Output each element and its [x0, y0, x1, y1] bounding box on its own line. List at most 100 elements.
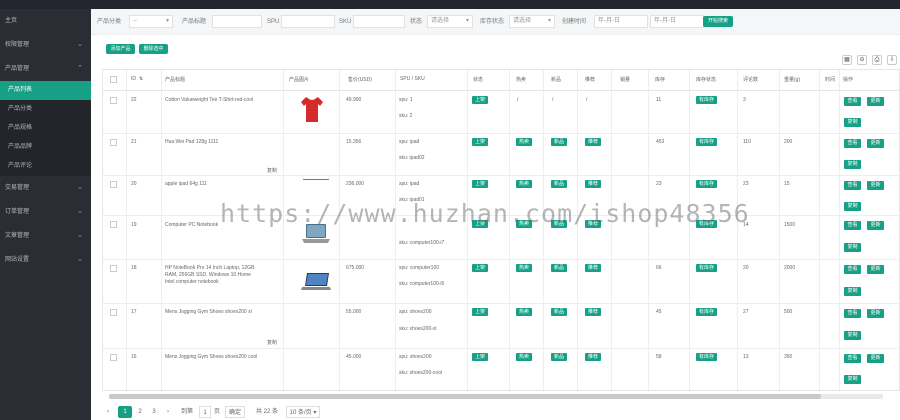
row-checkbox[interactable]: [110, 265, 117, 272]
date-from-placeholder: 年-月-日: [598, 18, 620, 24]
sku-input[interactable]: [353, 15, 405, 28]
view-button[interactable]: 查看: [844, 139, 861, 148]
row-checkbox[interactable]: [110, 139, 117, 146]
search-button[interactable]: 开始搜索: [703, 16, 733, 27]
page-1-button[interactable]: 1: [118, 406, 132, 418]
row-sku: sku: shoes200-xl: [399, 326, 437, 332]
row-id: 16: [131, 354, 137, 360]
print-icon[interactable]: ⎙: [872, 55, 882, 65]
status-select[interactable]: 请选择 ▾: [427, 15, 473, 28]
rec-badge: 推荐: [585, 138, 602, 146]
row-checkbox[interactable]: [110, 97, 117, 104]
page-number-input[interactable]: 1: [199, 406, 211, 418]
sidebar-subitem-product-review[interactable]: 产品评论: [0, 157, 91, 176]
title-filter-label: 产品标题: [182, 19, 207, 25]
select-all-checkbox[interactable]: [110, 76, 117, 83]
category-select[interactable]: -- ▾: [129, 15, 173, 28]
title-input[interactable]: [212, 15, 262, 28]
date-to-input[interactable]: 年-月-日: [650, 15, 704, 28]
edit-button[interactable]: 更新: [867, 181, 884, 190]
add-product-button[interactable]: 添加产品: [106, 44, 135, 54]
copy-button[interactable]: 复制: [844, 287, 861, 296]
page-3-button[interactable]: 3: [148, 406, 160, 418]
row-spu: spu: shoes200: [399, 309, 432, 315]
copy-button[interactable]: 复制: [844, 160, 861, 169]
row-reviews: 27: [743, 309, 749, 315]
table-row[interactable]: 17 Mens Jogging Gym Shoes shoes200 xl 复制…: [103, 304, 900, 349]
view-button[interactable]: 查看: [844, 309, 861, 318]
chevron-down-icon: ▾: [547, 18, 551, 24]
copy-button[interactable]: 复制: [844, 331, 861, 340]
edit-button[interactable]: 更新: [867, 221, 884, 230]
sidebar-item-articles[interactable]: 文章管理 ⌄: [0, 224, 91, 248]
view-button[interactable]: 查看: [844, 181, 861, 190]
row-id: 20: [131, 181, 137, 187]
horizontal-scrollbar[interactable]: [109, 394, 883, 399]
table-row[interactable]: 16 Mens Jogging Gym Shoes shoes200 cool …: [103, 349, 900, 392]
row-checkbox[interactable]: [110, 181, 117, 188]
header-sales: 销量: [620, 77, 631, 83]
row-checkbox[interactable]: [110, 354, 117, 361]
view-button[interactable]: 查看: [844, 97, 861, 106]
sidebar-item-home[interactable]: 主页: [0, 9, 91, 33]
page-2-button[interactable]: 2: [134, 406, 146, 418]
edit-button[interactable]: 更新: [867, 265, 884, 274]
table-row[interactable]: 18 HP NoteBook Pro 14 Inch Laptop, 12GB …: [103, 260, 900, 304]
row-new: /: [552, 97, 554, 103]
copy-label[interactable]: 复制: [267, 339, 277, 346]
copy-label[interactable]: 复制: [267, 167, 277, 174]
edit-button[interactable]: 更新: [867, 354, 884, 363]
row-sku: sku: computer100-i7: [399, 240, 445, 246]
row-checkbox[interactable]: [110, 309, 117, 316]
spu-filter-label: SPU: [267, 19, 280, 25]
copy-button[interactable]: 复制: [844, 375, 861, 384]
new-badge: 新品: [551, 138, 568, 146]
stock-select[interactable]: 请选择 ▾: [509, 15, 555, 28]
filter-icon[interactable]: ⊖: [857, 55, 867, 65]
row-weight: 1500: [784, 222, 796, 228]
view-button[interactable]: 查看: [844, 354, 861, 363]
next-page-icon[interactable]: ›: [163, 406, 173, 418]
confirm-page-button[interactable]: 确定: [225, 406, 245, 418]
header-price: 售价(USD): [348, 77, 372, 83]
scrollbar-thumb[interactable]: [109, 394, 821, 399]
sidebar-item-orders[interactable]: 订单管理 ⌄: [0, 200, 91, 224]
category-filter-label: 产品分类: [97, 19, 122, 25]
table-row[interactable]: 22 Cotton Valueweight Tee T-Shirt-red-co…: [103, 91, 900, 134]
table-row[interactable]: 21 Hua Wei Pad 128g 1111 复制 15.356 spu: …: [103, 134, 900, 176]
row-checkbox[interactable]: [110, 221, 117, 228]
filter-bar: 产品分类 -- ▾ 产品标题 SPU SKU 状态 请选择 ▾ 库存状态 请选择 ▾ …: [91, 9, 900, 35]
sidebar-item-products[interactable]: 产品管理 ⌃: [0, 57, 91, 81]
copy-button[interactable]: 复制: [844, 243, 861, 252]
edit-button[interactable]: 更新: [867, 97, 884, 106]
stock-status-badge: 有库存: [696, 264, 718, 272]
prev-page-icon[interactable]: ‹: [103, 406, 113, 418]
sidebar-subitem-product-list[interactable]: 产品列表: [0, 81, 91, 100]
spu-input[interactable]: [281, 15, 335, 28]
columns-icon[interactable]: ▦: [842, 55, 852, 65]
sidebar-subitem-product-brand[interactable]: 产品品牌: [0, 138, 91, 157]
row-id: 19: [131, 222, 137, 228]
copy-button[interactable]: 复制: [844, 118, 861, 127]
header-more: 时间: [825, 77, 836, 83]
page-size-value: 10 条/页: [289, 410, 312, 416]
sidebar-item-permissions[interactable]: 权限管理 ⌄: [0, 33, 91, 57]
edit-button[interactable]: 更新: [867, 309, 884, 318]
view-button[interactable]: 查看: [844, 265, 861, 274]
row-weight: 500: [784, 309, 793, 315]
view-button[interactable]: 查看: [844, 221, 861, 230]
sidebar-subitem-product-category[interactable]: 产品分类: [0, 100, 91, 119]
sidebar-subitem-product-spec[interactable]: 产品规格: [0, 119, 91, 138]
date-from-input[interactable]: 年-月-日: [594, 15, 648, 28]
export-icon[interactable]: ⇩: [887, 55, 897, 65]
page-size-select[interactable]: 10 条/页 ▾: [286, 406, 320, 418]
edit-button[interactable]: 更新: [867, 139, 884, 148]
top-bar: [0, 0, 900, 9]
rec-badge: 推荐: [585, 264, 602, 272]
sidebar-item-site-settings[interactable]: 网站设置 ⌄: [0, 248, 91, 272]
header-id[interactable]: ID ⇅: [131, 76, 143, 82]
sidebar-item-trade[interactable]: 交易管理 ⌄: [0, 176, 91, 200]
copy-button[interactable]: 复制: [844, 202, 861, 211]
category-select-value: --: [133, 18, 137, 24]
delete-selected-button[interactable]: 删除选中: [139, 44, 168, 54]
